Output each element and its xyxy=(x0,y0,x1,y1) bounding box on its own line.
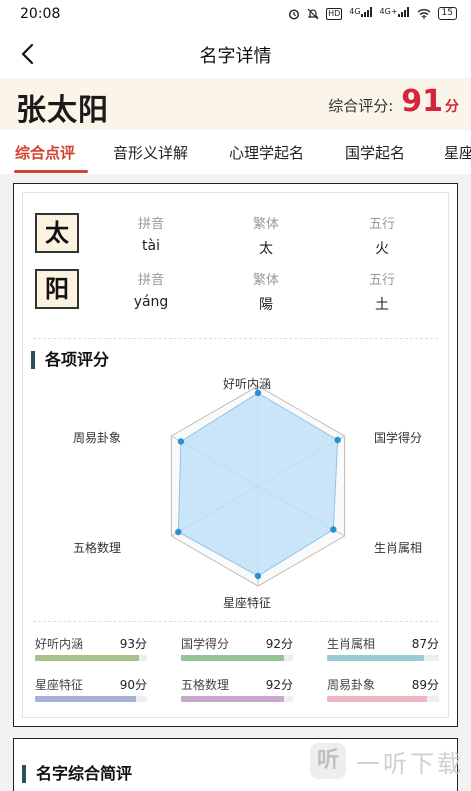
metric-name: 国学得分 xyxy=(181,637,230,651)
radar-point-4 xyxy=(175,528,182,536)
char-box-1: 太 xyxy=(35,213,79,253)
ratings-title: 各项评分 xyxy=(31,351,109,369)
score-value: 91 xyxy=(401,84,443,119)
metric-name: 好听内涵 xyxy=(35,637,84,651)
wuxing-value: 土 xyxy=(375,297,389,313)
metric-fill xyxy=(35,655,140,661)
metric-name: 周易卦象 xyxy=(327,678,376,692)
metric-name: 星座特征 xyxy=(35,678,84,692)
full-name: 张太阳 xyxy=(16,93,109,128)
radar-label-sinology: 国学得分 xyxy=(374,431,423,445)
radar-label-zodiac: 生肖属相 xyxy=(374,541,423,555)
metric-track xyxy=(181,655,293,661)
total-score: 综合评分: 91 分 xyxy=(328,84,459,119)
pinyin-label: 拼音 xyxy=(137,217,164,232)
traditional-label: 繁体 xyxy=(252,217,279,232)
char2-pinyin: 拼音 yáng xyxy=(106,269,196,310)
battery-icon: 15 xyxy=(437,7,457,20)
radar-chart: 好听内涵 国学得分 生肖属相 星座特征 五格数理 周易卦象 xyxy=(23,373,450,623)
metric-track xyxy=(181,696,293,702)
metric-value: 93分 xyxy=(119,637,147,651)
radar-point-3 xyxy=(254,572,262,580)
metric-name: 生肖属相 xyxy=(327,637,376,651)
pinyin-value: tài xyxy=(142,238,160,254)
mute-icon xyxy=(307,8,319,19)
metric-value: 87分 xyxy=(411,637,439,651)
radar-svg xyxy=(170,385,346,587)
metric-fill xyxy=(327,655,425,661)
signal-4g-icon: 4G xyxy=(349,7,372,20)
tab-sinology-naming[interactable]: 国学起名 xyxy=(345,142,405,163)
metric-track xyxy=(327,696,439,702)
char2-traditional: 繁体 陽 xyxy=(221,269,311,314)
page-title: 名字详情 xyxy=(199,46,272,67)
char2-wuxing: 五行 土 xyxy=(337,269,427,314)
pinyin-label: 拼音 xyxy=(137,273,164,288)
char1-pinyin: 拼音 tài xyxy=(106,213,196,254)
traditional-label: 繁体 xyxy=(252,273,279,288)
signal-4g-label: 4G xyxy=(349,7,361,16)
signal-4gplus-label: 4G+ xyxy=(379,7,398,16)
radar-point-2 xyxy=(330,526,337,533)
overview-card-inner: 太 拼音 tài 繁体 太 五行 火 阳 拼音 yáng 繁体 陽 五行 土 各… xyxy=(22,192,449,718)
char1-wuxing: 五行 火 xyxy=(337,213,427,258)
tab-bar: 综合点评 音形义详解 心理学起名 国学起名 星座 xyxy=(0,130,471,174)
metric-track xyxy=(35,655,147,661)
active-tab-indicator xyxy=(14,170,88,173)
metric-fill xyxy=(181,696,285,702)
metric-value: 92分 xyxy=(265,678,293,692)
metric-fill xyxy=(35,696,136,702)
overview-card: 太 拼音 tài 繁体 太 五行 火 阳 拼音 yáng 繁体 陽 五行 土 各… xyxy=(13,183,458,727)
metric-value: 89分 xyxy=(411,678,439,692)
metric-track xyxy=(35,696,147,702)
radar-label-constellation: 星座特征 xyxy=(223,596,272,610)
metric-track xyxy=(327,655,439,661)
divider xyxy=(33,621,438,622)
wuxing-label: 五行 xyxy=(368,273,395,288)
score-label: 综合评分: xyxy=(328,97,394,115)
hd-icon: HD xyxy=(326,7,343,20)
radar-point-5 xyxy=(177,438,185,445)
summary-title: 名字综合简评 xyxy=(22,765,132,783)
watermark: 听 一听下载 xyxy=(310,743,464,779)
metric-fill xyxy=(327,696,427,702)
status-time: 20:08 xyxy=(20,6,61,22)
status-bar: 20:08 HD 4G 4G+ 15 xyxy=(0,0,471,30)
wuxing-label: 五行 xyxy=(368,217,395,232)
status-icons: HD 4G 4G+ 15 xyxy=(288,7,457,20)
name-header: 张太阳 综合评分: 91 分 xyxy=(0,78,471,130)
watermark-logo: 听 xyxy=(310,743,346,779)
score-unit: 分 xyxy=(445,99,459,115)
char-box-2: 阳 xyxy=(35,269,79,309)
wuxing-value: 火 xyxy=(375,241,389,257)
tab-character-meaning[interactable]: 音形义详解 xyxy=(113,142,188,163)
radar-label-zhouyi: 周易卦象 xyxy=(73,431,122,445)
wifi-icon xyxy=(417,9,431,19)
radar-point-1 xyxy=(334,436,341,444)
traditional-value: 太 xyxy=(259,241,273,257)
signal-4gplus-icon: 4G+ xyxy=(380,7,410,20)
char1-traditional: 繁体 太 xyxy=(221,213,311,258)
tab-constellation[interactable]: 星座 xyxy=(444,142,471,163)
metric-value: 92分 xyxy=(265,637,293,651)
watermark-text: 一听下载 xyxy=(356,749,464,778)
radar-label-pleasant: 好听内涵 xyxy=(223,377,272,391)
metric-fill xyxy=(181,655,285,661)
divider xyxy=(33,338,438,339)
pinyin-value: yáng xyxy=(133,294,169,310)
metric-value: 90分 xyxy=(119,678,147,692)
traditional-value: 陽 xyxy=(259,297,273,313)
nav-bar: 名字详情 xyxy=(0,30,471,78)
radar-label-wuge: 五格数理 xyxy=(73,541,122,555)
tab-overview[interactable]: 综合点评 xyxy=(15,142,75,163)
alarm-icon xyxy=(289,8,300,20)
tab-psychology-naming[interactable]: 心理学起名 xyxy=(229,142,304,163)
metric-name: 五格数理 xyxy=(181,678,230,692)
